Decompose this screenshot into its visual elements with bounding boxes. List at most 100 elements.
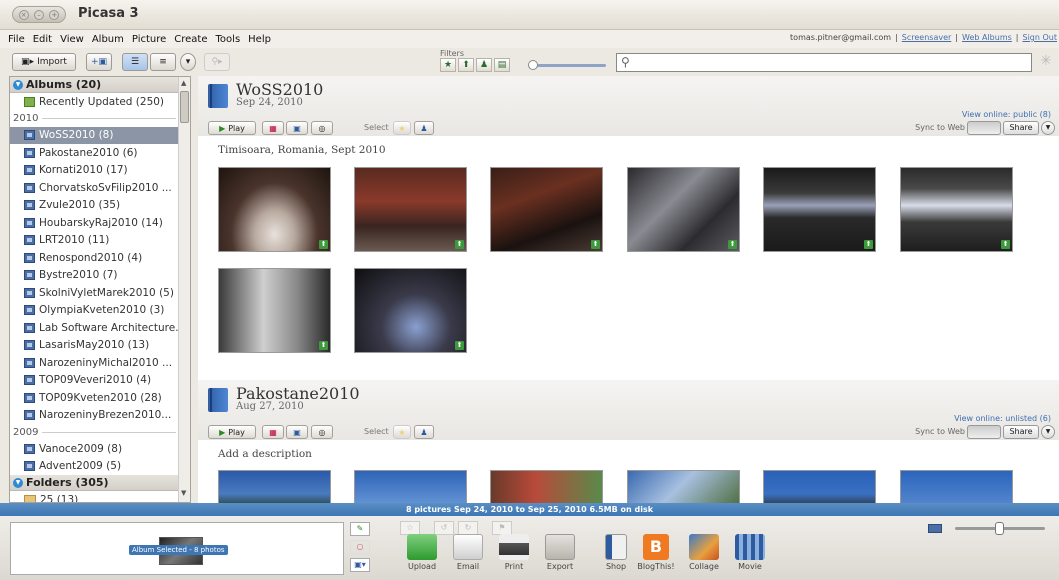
albums-section-header[interactable]: ▼ Albums (20) (10, 77, 180, 93)
upload-button[interactable]: Upload (400, 534, 444, 571)
sidebar-item-album[interactable]: TOP09Veveri2010 (4) (10, 372, 180, 390)
hold-button[interactable]: ✎ (350, 522, 370, 536)
collapse-icon[interactable]: ▼ (13, 477, 23, 488)
sign-out-link[interactable]: Sign Out (1023, 33, 1058, 42)
sidebar-item-album[interactable]: NarozeninyBrezen2010... (10, 407, 180, 425)
share-button[interactable]: Share (1003, 425, 1039, 439)
album-description[interactable]: Timisoara, Romania, Sept 2010 (218, 144, 386, 156)
sidebar-item-album[interactable]: ChorvatskoSvFilip2010 ... (10, 179, 180, 197)
photo-thumbnail[interactable] (763, 470, 876, 503)
import-button[interactable]: ▣▸ Import (12, 53, 76, 71)
select-people-button[interactable]: ♟ (414, 121, 434, 135)
sidebar-item-album[interactable]: Kornati2010 (17) (10, 162, 180, 180)
share-dropdown-button[interactable]: ▼ (1041, 121, 1055, 135)
select-starred-button[interactable]: ★ (393, 425, 411, 439)
menu-edit[interactable]: Edit (33, 34, 52, 45)
collage-button[interactable]: ▦ (262, 121, 284, 135)
thumbnail-size-slider[interactable] (955, 522, 1045, 535)
photo-tray[interactable]: Album Selected - 8 photos (10, 522, 344, 575)
people-button[interactable]: ⚲▸ (204, 53, 230, 71)
rotate-left-button[interactable]: ↺ (434, 521, 454, 535)
close-icon[interactable]: × (18, 9, 29, 20)
collapse-icon[interactable]: ▼ (13, 79, 23, 90)
sidebar-item-album[interactable]: Vanoce2009 (8) (10, 440, 180, 458)
photo-thumbnail[interactable]: ⬆ (354, 167, 467, 252)
menu-view[interactable]: View (60, 34, 84, 45)
sidebar-item-album[interactable]: OlympiaKveten2010 (3) (10, 302, 180, 320)
tag-button[interactable]: ⚑ (492, 521, 512, 535)
sidebar-item-album[interactable]: NarozeninyMichal2010 ... (10, 354, 180, 372)
blogthis-button[interactable]: B BlogThis! (634, 534, 678, 571)
view-online-link[interactable]: View online: public (8) (962, 110, 1051, 119)
screensaver-link[interactable]: Screensaver (902, 33, 952, 42)
email-button[interactable]: Email (446, 534, 490, 571)
view-thumbnails-button[interactable]: ☰ (122, 53, 148, 71)
view-online-link[interactable]: View online: unlisted (6) (954, 414, 1051, 423)
photo-thumbnail[interactable]: ⬆ (490, 167, 603, 252)
sidebar-item-album[interactable]: Zvule2010 (35) (10, 197, 180, 215)
menu-album[interactable]: Album (92, 34, 124, 45)
view-dropdown-button[interactable]: ▾ (180, 53, 196, 71)
folders-section-header[interactable]: ▼ Folders (305) (10, 475, 180, 491)
photo-thumbnail[interactable]: ⬆ (218, 268, 331, 353)
sync-toggle[interactable] (967, 425, 1001, 439)
menu-tools[interactable]: Tools (216, 34, 241, 45)
sidebar-item-album[interactable]: LRT2010 (11) (10, 232, 180, 250)
photo-thumbnail[interactable]: ⬆ (763, 167, 876, 252)
view-list-button[interactable]: ≡ (150, 53, 176, 71)
geotag-button[interactable]: ◎ (311, 121, 333, 135)
photo-thumbnail[interactable] (218, 470, 331, 503)
search-input[interactable]: ⚲ (616, 53, 1032, 72)
photo-thumbnail[interactable]: ⬆ (900, 167, 1013, 252)
filter-faces[interactable]: ♟ (476, 58, 492, 72)
sidebar-item-album[interactable]: SkolniVyletMarek2010 (5) (10, 284, 180, 302)
shop-button[interactable]: Shop (594, 534, 638, 571)
slideshow-button[interactable]: ▣ (286, 121, 308, 135)
menu-picture[interactable]: Picture (132, 34, 166, 45)
sidebar-item-album[interactable]: HoubarskyRaj2010 (14) (10, 214, 180, 232)
slider-knob[interactable] (995, 522, 1004, 535)
photo-thumbnail[interactable]: ⬆ (627, 167, 740, 252)
add-to-album-button[interactable]: +▣ (86, 53, 112, 71)
sidebar-item-album[interactable]: LasarisMay2010 (13) (10, 337, 180, 355)
web-albums-link[interactable]: Web Albums (962, 33, 1012, 42)
rotate-right-button[interactable]: ↻ (458, 521, 478, 535)
menu-create[interactable]: Create (174, 34, 207, 45)
slideshow-button[interactable]: ▣ (286, 425, 308, 439)
sidebar-item-album[interactable]: Lab Software Architecture... (10, 319, 180, 337)
clear-button[interactable]: ○ (350, 540, 370, 554)
minimize-icon[interactable]: – (33, 9, 44, 20)
filter-movies[interactable]: ▤ (494, 58, 510, 72)
add-to-album-tray-button[interactable]: ▣▾ (350, 558, 370, 572)
photo-thumbnail[interactable] (627, 470, 740, 503)
movie-button[interactable]: Movie (728, 534, 772, 571)
collage-button[interactable]: ▦ (262, 425, 284, 439)
album-description[interactable]: Add a description (218, 448, 312, 460)
sidebar-item-album[interactable]: TOP09Kveten2010 (28) (10, 389, 180, 407)
select-people-button[interactable]: ♟ (414, 425, 434, 439)
photo-thumbnail[interactable] (490, 470, 603, 503)
sidebar-item-album[interactable]: Renospond2010 (4) (10, 249, 180, 267)
share-dropdown-button[interactable]: ▼ (1041, 425, 1055, 439)
play-button[interactable]: ▶ Play (208, 425, 256, 439)
sidebar-item-album[interactable]: Pakostane2010 (6) (10, 144, 180, 162)
photo-thumbnail[interactable] (900, 470, 1013, 503)
menu-help[interactable]: Help (248, 34, 271, 45)
maximize-icon[interactable]: + (49, 9, 60, 20)
date-filter-slider[interactable] (528, 60, 606, 70)
photo-thumbnail[interactable]: ⬆ (218, 167, 331, 252)
sidebar-item-woss2010[interactable]: WoSS2010 (8) (10, 126, 180, 144)
slider-knob[interactable] (528, 60, 538, 70)
star-tray-button[interactable]: ☆ (400, 521, 420, 535)
sidebar-scrollbar[interactable]: ▲ ▼ (178, 77, 190, 502)
photo-thumbnail[interactable] (354, 470, 467, 503)
sidebar-item-recently-updated[interactable]: Recently Updated (250) (10, 93, 180, 111)
select-starred-button[interactable]: ★ (393, 121, 411, 135)
print-button[interactable]: Print (492, 534, 536, 571)
filter-starred[interactable]: ★ (440, 58, 456, 72)
filter-uploaded[interactable]: ⬆ (458, 58, 474, 72)
sidebar-item-album[interactable]: Advent2009 (5) (10, 458, 180, 476)
photo-thumbnail[interactable]: ⬆ (354, 268, 467, 353)
window-controls[interactable]: × – + (12, 6, 66, 23)
menu-file[interactable]: File (8, 34, 25, 45)
